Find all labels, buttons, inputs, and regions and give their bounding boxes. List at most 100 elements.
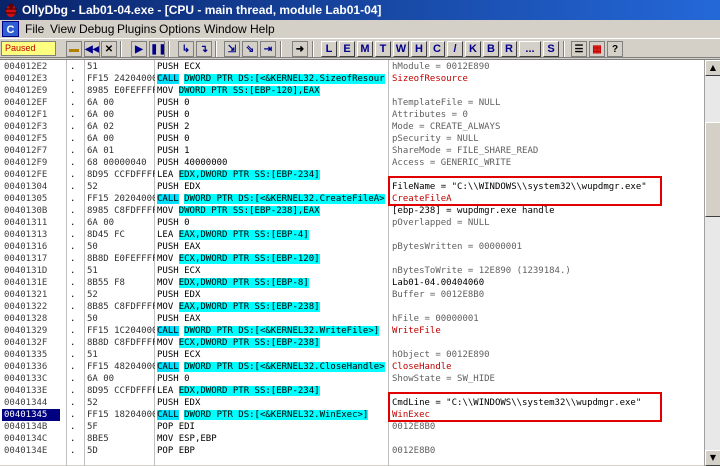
menu-debug[interactable]: Debug [79, 22, 114, 36]
row-hex-bytes: 52 [87, 398, 98, 408]
disasm-row[interactable]: 0040131D. 51 PUSH ECX nBytesToWrite = 12E89… [0, 265, 704, 277]
trace-over-icon[interactable]: ⇘ [242, 41, 258, 57]
disasm-row[interactable]: 00401317. 8B8D E0FEFFFF MOV ECX,DWORD PTR … [0, 253, 704, 265]
disasm-row[interactable]: 004012F9. 68 00000040 PUSH 40000000 Access … [0, 157, 704, 169]
step-into-icon[interactable]: ↳ [178, 41, 194, 57]
disassembly-view[interactable]: 004012E2. 51 PUSH ECX hModule = 0012E890 004… [0, 60, 704, 466]
disasm-row[interactable]: 0040134E. 5D POP EBP 0012E8B0 [0, 445, 704, 457]
disasm-row[interactable]: 0040130B. 8985 C8FDFFFF MOV DWORD PTR SS:[… [0, 205, 704, 217]
row-operands: EAX [184, 242, 201, 252]
rewind-icon[interactable]: ◀◀ [84, 41, 100, 57]
scroll-down-arrow-icon[interactable]: ▼ [705, 450, 720, 466]
toolbar-button-l[interactable]: L [321, 41, 337, 57]
toolbar-button-k[interactable]: K [465, 41, 481, 57]
toolbar-button-t[interactable]: T [375, 41, 391, 57]
open-folder-icon[interactable]: ▬ [66, 41, 82, 57]
toolbar-button-c[interactable]: C [429, 41, 445, 57]
disasm-row[interactable]: 0040132F. 8B8D C8FDFFFF MOV ECX,DWORD PTR … [0, 337, 704, 349]
disasm-row[interactable]: 00401328. 50 PUSH EAX hFile = 00000001 [0, 313, 704, 325]
row-marker: . [70, 446, 76, 456]
row-marker: . [70, 314, 76, 324]
row-disassembly: CALL DWORD PTR DS:[<&KERNEL32.WriteFile>… [157, 325, 386, 337]
toolbar-button-h[interactable]: H [411, 41, 427, 57]
list-icon[interactable]: ☰ [571, 41, 587, 57]
row-hex-bytes: 6A 00 [87, 98, 115, 108]
step-over-icon[interactable]: ↴ [196, 41, 212, 57]
toolbar-button-slash[interactable]: / [447, 41, 463, 57]
row-mnemonic: PUSH [157, 62, 179, 72]
scroll-up-arrow-icon[interactable]: ▲ [705, 60, 720, 76]
trace-into-icon[interactable]: ⇲ [224, 41, 240, 57]
row-disassembly: PUSH EDX [157, 181, 386, 193]
row-address: 004012E2 [4, 62, 48, 72]
disasm-row[interactable]: 004012F1. 6A 00 PUSH 0 Attributes = 0 [0, 109, 704, 121]
row-disassembly: MOV ESP,EBP [157, 433, 386, 445]
row-hex-bytes: 8B55 F8 [87, 278, 125, 288]
disasm-row[interactable]: 00401316. 50 PUSH EAX pBytesWritten = 00000… [0, 241, 704, 253]
row-marker: . [70, 326, 76, 336]
disasm-row[interactable]: 0040134C. 8BE5 MOV ESP,EBP [0, 433, 704, 445]
disasm-row[interactable]: 00401322. 8B85 C8FDFFFF MOV EAX,DWORD PTR … [0, 301, 704, 313]
goto-icon[interactable]: ➜ [292, 41, 308, 57]
appearance-grid-icon[interactable]: ▦ [589, 41, 605, 57]
toolbar-button-e[interactable]: E [339, 41, 355, 57]
row-address: 00401305 [4, 194, 48, 204]
execute-till-return-icon[interactable]: ⇥ [260, 41, 276, 57]
menu-options[interactable]: Options [159, 22, 200, 36]
disasm-row[interactable]: 004012F5. 6A 00 PUSH 0 pSecurity = NULL [0, 133, 704, 145]
row-marker: . [70, 230, 76, 240]
disasm-row[interactable]: 004012F7. 6A 01 PUSH 1 ShareMode = FILE_SHA… [0, 145, 704, 157]
row-comment: ShowState = SW_HIDE [392, 374, 495, 384]
row-mnemonic: CALL [157, 74, 179, 84]
toolbar-button-r[interactable]: R [501, 41, 517, 57]
row-disassembly: PUSH 0 [157, 133, 386, 145]
row-mnemonic: PUSH [157, 110, 179, 120]
row-marker: . [70, 62, 76, 72]
pause-icon[interactable]: ❚❚ [149, 41, 165, 57]
toolbar-button-b[interactable]: B [483, 41, 499, 57]
disasm-row[interactable]: 00401321. 52 PUSH EDX Buffer = 0012E8B0 [0, 289, 704, 301]
row-address: 004012F3 [4, 122, 48, 132]
disasm-row[interactable]: 00401329. FF15 1C204000 CALL DWORD PTR DS:… [0, 325, 704, 337]
row-mnemonic: MOV [157, 302, 174, 312]
row-disassembly: PUSH EAX [157, 241, 386, 253]
help-question-icon[interactable]: ? [607, 41, 623, 57]
toolbar-button-m[interactable]: M [357, 41, 373, 57]
disasm-row[interactable]: 004012EF. 6A 00 PUSH 0 hTemplateFile = NULL [0, 97, 704, 109]
close-icon[interactable]: ✕ [101, 41, 117, 57]
menu-plugins[interactable]: Plugins [117, 22, 156, 36]
menu-window[interactable]: Window [204, 22, 247, 36]
disasm-row[interactable]: 00401336. FF15 48204000 CALL DWORD PTR DS:… [0, 361, 704, 373]
toolbar-button-w[interactable]: W [393, 41, 409, 57]
menu-view[interactable]: View [50, 22, 76, 36]
row-hex-bytes: 8D95 CCFDFFFF [87, 170, 155, 180]
cpu-window-icon[interactable]: C [2, 21, 19, 37]
row-hex-bytes: 6A 00 [87, 218, 115, 228]
row-address: 0040133C [4, 374, 48, 384]
toolbar-button-s[interactable]: S [543, 41, 559, 57]
disasm-row[interactable]: 004012E9. 8985 E0FEFFFF MOV DWORD PTR SS:[… [0, 85, 704, 97]
disasm-row[interactable]: 0040134B. 5F POP EDI 0012E8B0 [0, 421, 704, 433]
row-disassembly: LEA EAX,DWORD PTR SS:[EBP-4] [157, 229, 386, 241]
disasm-row[interactable]: 004012E2. 51 PUSH ECX hModule = 0012E890 [0, 61, 704, 73]
run-icon[interactable]: ▶ [131, 41, 147, 57]
row-comment: 0012E8B0 [392, 422, 436, 432]
disasm-row[interactable]: 004012F3. 6A 02 PUSH 2 Mode = CREATE_ALWAYS [0, 121, 704, 133]
disasm-row[interactable]: 00401313. 8D45 FC LEA EAX,DWORD PTR SS:[EB… [0, 229, 704, 241]
disasm-row[interactable]: 00401335. 51 PUSH ECX hObject = 0012E890 [0, 349, 704, 361]
toolbar-button-ellipsis[interactable]: ... [519, 41, 541, 57]
row-operands: DWORD PTR DS:[<&KERNEL32.SizeofResour [184, 74, 385, 84]
row-marker: . [70, 158, 76, 168]
row-operands: EBP [178, 446, 195, 456]
scroll-thumb[interactable] [705, 122, 720, 217]
row-mnemonic: MOV [157, 254, 174, 264]
disasm-row[interactable]: 0040133C. 6A 00 PUSH 0 ShowState = SW_HIDE [0, 373, 704, 385]
disasm-row[interactable]: 00401311. 6A 00 PUSH 0 pOverlapped = NULL [0, 217, 704, 229]
disasm-row[interactable]: 0040131E. 8B55 F8 MOV EDX,DWORD PTR SS:[EB… [0, 277, 704, 289]
disasm-row[interactable]: 004012E3. FF15 24204000 CALL DWORD PTR DS:… [0, 73, 704, 85]
row-disassembly: POP EBP [157, 445, 386, 457]
menu-file[interactable]: File [25, 22, 44, 36]
vertical-scrollbar[interactable]: ▲ ▼ [704, 60, 720, 466]
menu-help[interactable]: Help [250, 22, 275, 36]
row-marker: . [70, 302, 76, 312]
